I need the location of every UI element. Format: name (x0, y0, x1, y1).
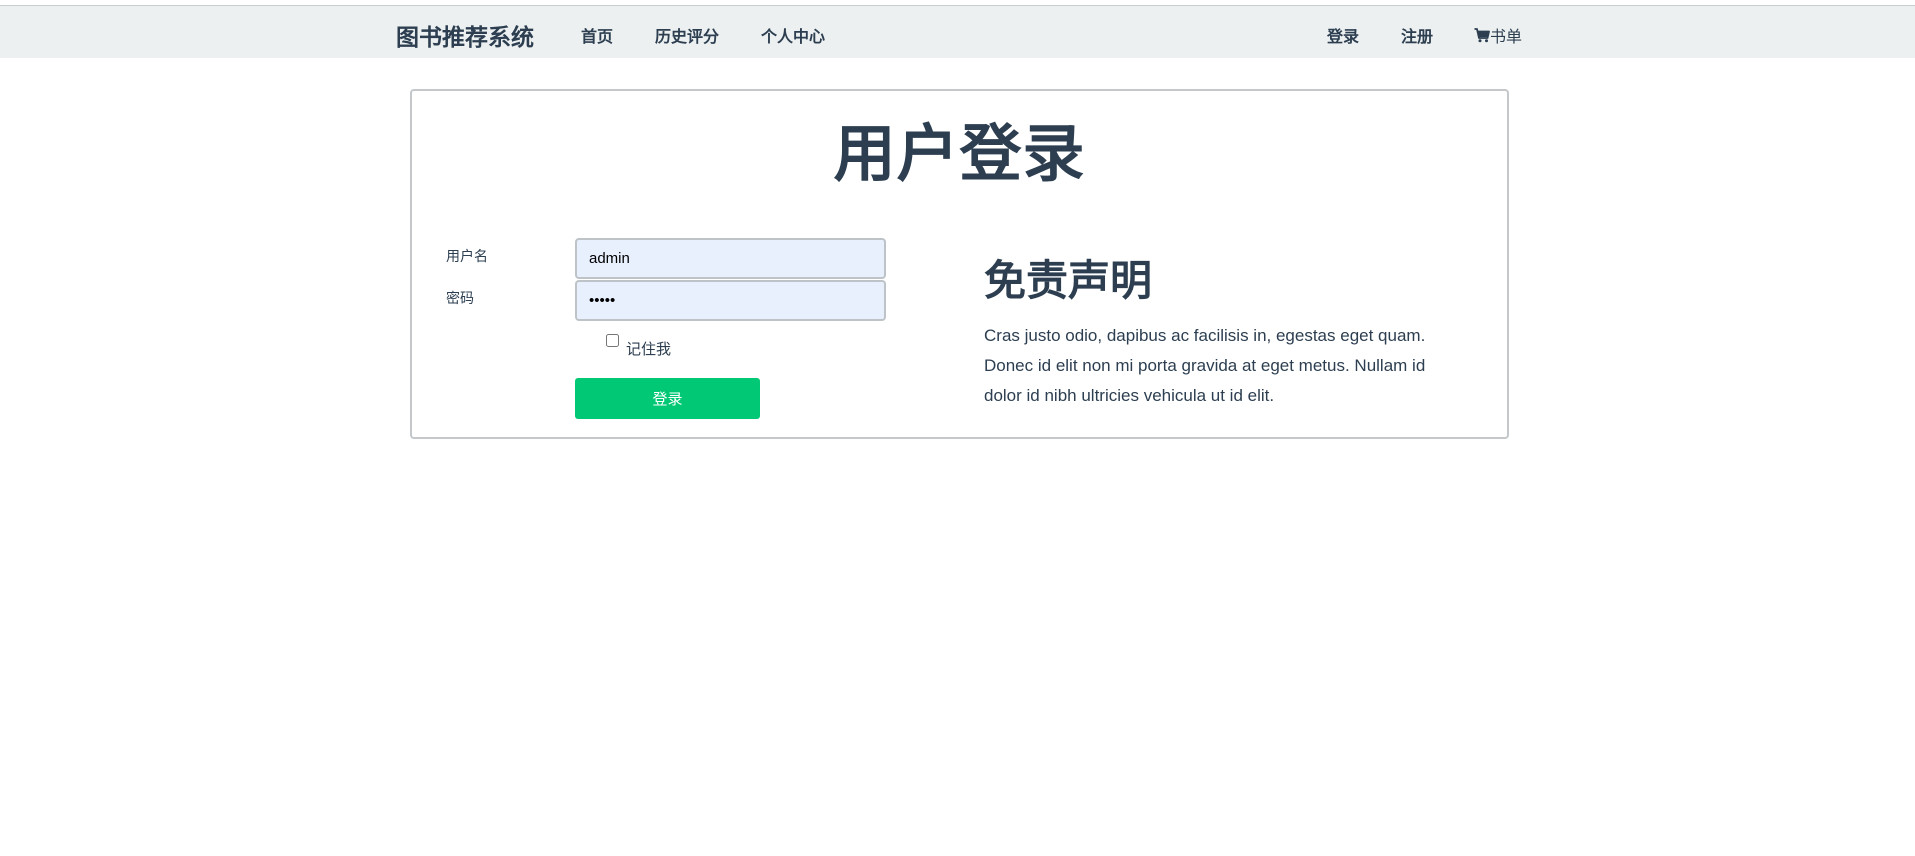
password-field[interactable] (575, 280, 886, 321)
nav-personal-center[interactable]: 个人中心 (761, 23, 825, 47)
remember-me: 记住我 (606, 334, 671, 359)
password-label: 密码 (446, 290, 474, 306)
site-brand[interactable]: 图书推荐系统 (396, 18, 534, 52)
top-navbar: 图书推荐系统 首页 历史评分 个人中心 登录 注册 书单 (0, 5, 1915, 58)
username-label: 用户名 (446, 248, 488, 264)
username-field[interactable] (575, 238, 886, 279)
page-title: 用户登录 (833, 120, 1086, 189)
cart-icon (1474, 27, 1490, 43)
nav-home[interactable]: 首页 (581, 23, 613, 47)
booklist-label: 书单 (1490, 29, 1523, 46)
remember-me-checkbox[interactable] (606, 334, 619, 347)
login-button[interactable]: 登录 (575, 378, 760, 419)
disclaimer-text: Cras justo odio, dapibus ac facilisis in… (984, 326, 1426, 405)
nav-login[interactable]: 登录 (1327, 23, 1359, 47)
remember-me-label: 记住我 (626, 341, 672, 358)
nav-history-ratings[interactable]: 历史评分 (655, 23, 719, 47)
nav-register[interactable]: 注册 (1401, 23, 1433, 47)
nav-booklist[interactable]: 书单 (1474, 23, 1522, 47)
disclaimer-title: 免责声明 (984, 257, 1153, 304)
login-panel: 用户登录 用户名 密码 记住我 登录 免责声明 Cras justo odio,… (410, 89, 1509, 439)
